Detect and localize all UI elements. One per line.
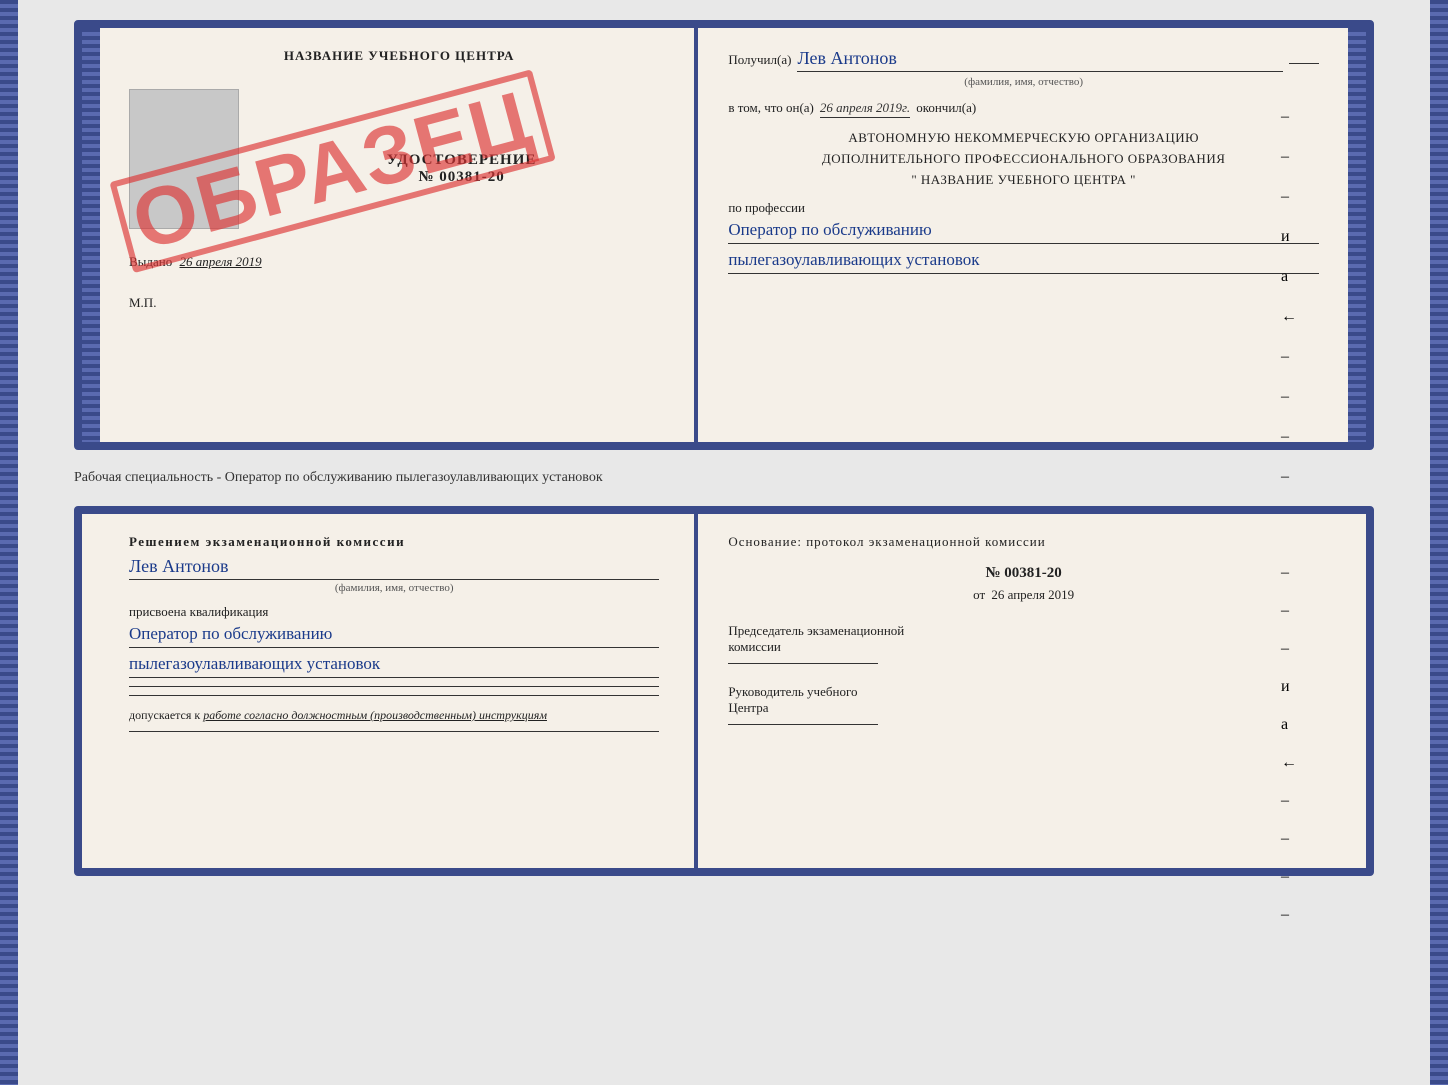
qualification-line1: Оператор по обслуживанию [129,624,659,648]
predsedatel-signature-line [728,663,878,664]
dash-5: – [1281,388,1297,406]
predsedatel-line2: комиссии [728,639,1319,655]
dash-arrow: ← [1281,308,1297,326]
lower-dash-1: – [1281,564,1297,582]
dash-2: – [1281,148,1297,166]
udostoverenie-number: № 00381-20 [254,169,669,186]
lower-certificate-book: Решением экзаменационной комиссии Лев Ан… [74,506,1374,876]
dash-1: – [1281,108,1297,126]
lower-right-page: – – – и а ← – – – – Основание: протокол … [698,514,1366,868]
osnovanie-text: Основание: протокол экзаменационной коми… [728,534,1319,550]
resheniem-label: Решением экзаменационной комиссии [129,534,659,550]
org-block: АВТОНОМНУЮ НЕКОММЕРЧЕСКУЮ ОРГАНИЗАЦИЮ ДО… [728,128,1319,190]
prisvoena-text: присвоена квалификация [129,604,659,620]
predsedatel-block: Председатель экзаменационной комиссии [728,623,1319,664]
dopuskaetsya-text: допускается к работе согласно должностны… [129,708,659,723]
upper-certificate-book: НАЗВАНИЕ УЧЕБНОГО ЦЕНТРА ОБРАЗЕЦ УДОСТОВ… [74,20,1374,450]
upper-right-page: – – – и а ← – – – – Получил(а) Лев Антон… [698,28,1366,442]
vydano-label: Выдано [129,254,172,269]
lower-spine-left [0,0,18,1085]
lower-dash-a: а [1281,716,1297,734]
protocol-number: № 00381-20 [728,565,1319,582]
dash-6: – [1281,428,1297,446]
vydano-line: Выдано 26 апреля 2019 [129,254,669,270]
org-line2: ДОПОЛНИТЕЛЬНОГО ПРОФЕССИОНАЛЬНОГО ОБРАЗО… [728,149,1319,170]
ot-prefix: от [973,587,985,602]
ot-date-line: от 26 апреля 2019 [728,587,1319,603]
udostoverenie-section: УДОСТОВЕРЕНИЕ № 00381-20 [254,152,669,186]
rukovoditel-line1: Руководитель учебного [728,684,1319,700]
lower-dash-2: – [1281,602,1297,620]
dash-4: – [1281,348,1297,366]
document-container: НАЗВАНИЕ УЧЕБНОГО ЦЕНТРА ОБРАЗЕЦ УДОСТОВ… [74,20,1374,876]
lower-spine-right [1430,0,1448,1085]
blank-line-2 [129,695,659,696]
lower-dash-6: – [1281,868,1297,886]
lower-dash-3: – [1281,640,1297,658]
dash-3: – [1281,188,1297,206]
lower-dash-5: – [1281,830,1297,848]
vtom-label: в том, что он(а) [728,100,814,116]
lower-dash-arrow: ← [1281,754,1297,772]
end-dash-upper [1289,63,1319,64]
spine-right-decoration [1348,28,1366,442]
qualification-line2: пылегазоулавливающих установок [129,654,659,678]
okonchil-label: окончил(а) [916,100,976,116]
photo-placeholder [129,89,239,229]
rukovoditel-block: Руководитель учебного Центра [728,684,1319,725]
dopuskaetsya-italic: работе согласно должностным (производств… [203,708,547,722]
udostoverenie-label: УДОСТОВЕРЕНИЕ [254,152,669,169]
school-title: НАЗВАНИЕ УЧЕБНОГО ЦЕНТРА [129,48,669,64]
dopuskaetsya-prefix: допускается к [129,708,200,722]
profession-line2-upper: пылегазоулавливающих установок [728,250,1319,274]
rukovoditel-line2: Центра [728,700,1319,716]
lower-dash-i: и [1281,678,1297,696]
vtom-line: в том, что он(а) 26 апреля 2019г. окончи… [728,100,1319,118]
rukovoditel-signature-line [728,724,878,725]
lower-dash-7: – [1281,906,1297,924]
poluchil-label: Получил(а) [728,52,791,68]
mp-label: М.П. [129,295,669,311]
vydano-date: 26 апреля 2019 [180,254,262,269]
profession-line1-upper: Оператор по обслуживанию [728,220,1319,244]
dash-7: – [1281,468,1297,486]
lower-recipient-name: Лев Антонов [129,556,659,580]
lower-dash-4: – [1281,792,1297,810]
separator-text: Рабочая специальность - Оператор по обсл… [74,462,1374,494]
right-side-dashes: – – – и а ← – – – – [1281,108,1297,486]
predsedatel-line1: Председатель экзаменационной [728,623,1319,639]
org-line3: " НАЗВАНИЕ УЧЕБНОГО ЦЕНТРА " [728,170,1319,191]
blank-line-1 [129,686,659,687]
lower-fio-label: (фамилия, имя, отчество) [129,582,659,594]
dash-i: и [1281,228,1297,246]
upper-left-page: НАЗВАНИЕ УЧЕБНОГО ЦЕНТРА ОБРАЗЕЦ УДОСТОВ… [82,28,698,442]
lower-right-dashes: – – – и а ← – – – – [1281,564,1297,924]
recipient-name-upper: Лев Антонов [797,48,1283,72]
poluchil-line: Получил(а) Лев Антонов [728,48,1319,72]
lower-left-page: Решением экзаменационной комиссии Лев Ан… [82,514,698,868]
fio-label-upper: (фамилия, имя, отчество) [728,76,1319,88]
blank-line-3 [129,731,659,732]
org-line1: АВТОНОМНУЮ НЕКОММЕРЧЕСКУЮ ОРГАНИЗАЦИЮ [728,128,1319,149]
completion-date: 26 апреля 2019г. [820,100,910,118]
ot-date-value: 26 апреля 2019 [991,587,1074,602]
dash-a: а [1281,268,1297,286]
po-professii-label: по профессии [728,200,1319,216]
